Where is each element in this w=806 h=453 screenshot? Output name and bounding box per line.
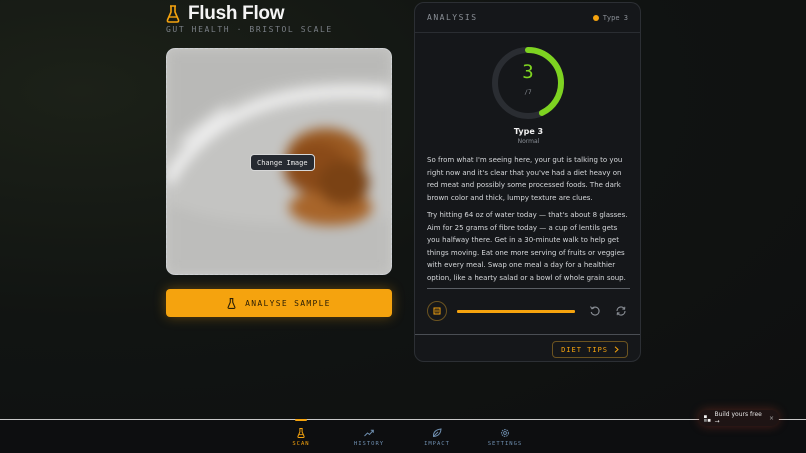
nav-label-settings: SETTINGS [487,440,523,447]
pause-icon [433,307,441,315]
recommendations-paragraph: Try hitting 64 oz of water today — that'… [427,211,628,282]
result-subtitle: Normal [517,138,540,145]
flask-icon [227,297,236,309]
bristol-score-gauge: 3 /7 [490,45,566,121]
flask-icon [166,5,180,23]
audio-progress-bar[interactable] [457,309,575,313]
analysis-header: ANALYSIS Type 3 [415,3,640,33]
diet-tips-label: DIET TIPS [561,345,608,354]
type-badge: Type 3 [592,13,628,22]
diet-tips-button[interactable]: DIET TIPS [552,341,628,358]
app-subtitle: GUT HEALTH · BRISTOL SCALE [166,25,333,34]
divider [415,334,640,335]
audio-progress-fill [457,309,575,313]
active-indicator [295,419,307,421]
analysis-header-label: ANALYSIS [427,13,478,22]
logo-icon [704,414,711,422]
replay-icon[interactable] [589,305,601,317]
score-value: 3 [522,61,534,83]
status-dot-icon [592,14,599,21]
flask-icon [297,427,305,438]
close-icon[interactable]: × [769,415,774,422]
leaf-icon [432,427,442,437]
divider [427,288,630,289]
change-image-button[interactable]: Change Image [250,154,315,171]
gear-icon [501,428,509,437]
result-title: Type 3 [513,127,544,136]
trend-icon [364,429,374,436]
analysis-paragraph: So from what I'm seeing here, your gut i… [427,156,623,202]
nav-item-impact[interactable]: IMPACT [407,420,467,453]
nav-item-scan[interactable]: SCAN [271,419,331,453]
app-header: Flush Flow [166,3,285,25]
bottom-nav: SCAN HISTORY IMPACT SETTINGS [0,419,806,453]
score-max: /7 [524,89,532,96]
type-badge-label: Type 3 [602,13,628,22]
chevron-right-icon [614,346,619,353]
analysis-panel: ANALYSIS Type 3 3 /7 Type 3 Normal So fr… [414,2,641,362]
build-yours-badge[interactable]: Build yours free → × [699,410,779,426]
build-yours-label: Build yours free → [714,411,762,425]
app-title: Flush Flow [188,3,285,24]
nav-label-history: HISTORY [353,440,385,447]
nav-item-settings[interactable]: SETTINGS [475,420,535,453]
nav-item-history[interactable]: HISTORY [339,420,399,453]
refresh-icon[interactable] [615,305,627,317]
nav-label-scan: SCAN [292,440,310,447]
pause-button[interactable] [427,301,447,321]
nav-label-impact: IMPACT [424,440,450,447]
analyse-sample-button[interactable]: ANALYSE SAMPLE [166,289,392,317]
analyse-sample-label: ANALYSE SAMPLE [245,298,331,308]
audio-player [427,298,630,324]
sample-image-dropzone[interactable]: Change Image [166,48,392,275]
